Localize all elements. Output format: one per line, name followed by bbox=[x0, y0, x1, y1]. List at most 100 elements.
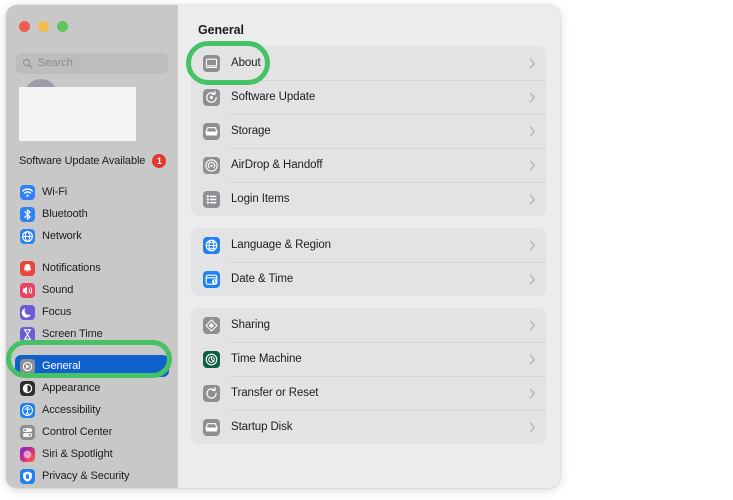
sidebar-item-label: Sound bbox=[42, 284, 74, 296]
sidebar-item-privacy-security[interactable]: Privacy & Security bbox=[15, 465, 169, 487]
sidebar-group-alerts: Notifications Sound Focus Screen Time bbox=[6, 257, 178, 345]
focus-icon bbox=[20, 304, 35, 320]
sidebar-item-screen-time[interactable]: Screen Time bbox=[15, 323, 169, 345]
chevron-right-icon bbox=[529, 422, 535, 432]
settings-row-label: Login Items bbox=[231, 193, 290, 205]
settings-row-airdrop-handoff[interactable]: AirDrop & Handoff bbox=[191, 148, 546, 182]
window-controls bbox=[19, 21, 68, 32]
sidebar-item-siri-spotlight[interactable]: Siri & Spotlight bbox=[15, 443, 169, 465]
chevron-right-icon bbox=[529, 92, 535, 102]
status-badge: 1 bbox=[152, 154, 167, 168]
time-machine-icon bbox=[203, 350, 220, 368]
settings-row-label: Transfer or Reset bbox=[231, 387, 319, 399]
privacy-icon bbox=[20, 468, 35, 484]
sidebar-item-label: Focus bbox=[42, 306, 72, 318]
software-update-label: Software Update Available bbox=[19, 155, 146, 167]
chevron-right-icon bbox=[529, 58, 535, 68]
accessibility-icon bbox=[20, 402, 35, 418]
chevron-right-icon bbox=[529, 274, 535, 284]
sidebar-item-bluetooth[interactable]: Bluetooth bbox=[15, 203, 169, 225]
appearance-icon bbox=[20, 380, 35, 396]
sidebar-item-label: Wi-Fi bbox=[42, 186, 68, 198]
settings-row-sharing[interactable]: Sharing bbox=[191, 308, 546, 342]
network-icon bbox=[20, 228, 35, 244]
sidebar-item-label: General bbox=[42, 360, 81, 372]
sidebar-group-system: General Appearance Accessibility Control… bbox=[6, 355, 178, 487]
settings-row-language-region[interactable]: Language & Region bbox=[191, 228, 546, 262]
chevron-right-icon bbox=[529, 160, 535, 170]
language-region-icon bbox=[203, 236, 220, 254]
sidebar-nav: Wi-Fi Bluetooth Network Notifications So… bbox=[6, 181, 178, 488]
sidebar-item-network[interactable]: Network bbox=[15, 225, 169, 247]
sidebar-group-network: Wi-Fi Bluetooth Network bbox=[6, 181, 178, 247]
airdrop-icon bbox=[203, 156, 220, 174]
settings-row-label: About bbox=[231, 57, 261, 69]
close-button[interactable] bbox=[19, 21, 30, 32]
sidebar-item-label: Siri & Spotlight bbox=[42, 448, 113, 460]
sidebar-item-notifications[interactable]: Notifications bbox=[15, 257, 169, 279]
settings-row-about[interactable]: About bbox=[191, 46, 546, 80]
sidebar-item-label: Control Center bbox=[42, 426, 113, 438]
settings-row-login-items[interactable]: Login Items bbox=[191, 182, 546, 216]
content-pane: General About Software Update Storage Ai… bbox=[178, 5, 560, 488]
settings-row-label: Language & Region bbox=[231, 239, 331, 251]
sidebar-item-sound[interactable]: Sound bbox=[15, 279, 169, 301]
startup-disk-icon bbox=[203, 418, 220, 436]
general-icon bbox=[20, 358, 35, 374]
transfer-reset-icon bbox=[203, 384, 220, 402]
settings-row-transfer-or-reset[interactable]: Transfer or Reset bbox=[191, 376, 546, 410]
redaction-overlay bbox=[19, 87, 136, 141]
sidebar-item-label: Network bbox=[42, 230, 82, 242]
chevron-right-icon bbox=[529, 126, 535, 136]
settings-group-system-tools: Sharing Time Machine Transfer or Reset S… bbox=[191, 308, 546, 444]
chevron-right-icon bbox=[529, 320, 535, 330]
sidebar-item-accessibility[interactable]: Accessibility bbox=[15, 399, 169, 421]
settings-row-label: Storage bbox=[231, 125, 271, 137]
settings-row-label: Software Update bbox=[231, 91, 316, 103]
about-icon bbox=[203, 54, 220, 72]
settings-groups: About Software Update Storage AirDrop & … bbox=[191, 46, 546, 456]
sidebar-item-label: Bluetooth bbox=[42, 208, 88, 220]
sidebar-item-label: Privacy & Security bbox=[42, 470, 130, 482]
zoom-button[interactable] bbox=[57, 21, 68, 32]
sidebar-item-general[interactable]: General bbox=[15, 355, 169, 377]
sidebar: Search Software Update Available 1 Wi-Fi… bbox=[6, 5, 178, 488]
sidebar-item-label: Appearance bbox=[42, 382, 101, 394]
date-time-icon bbox=[203, 270, 220, 288]
settings-group-device: About Software Update Storage AirDrop & … bbox=[191, 46, 546, 216]
settings-row-startup-disk[interactable]: Startup Disk bbox=[191, 410, 546, 444]
sidebar-item-control-center[interactable]: Control Center bbox=[15, 421, 169, 443]
sidebar-item-wifi[interactable]: Wi-Fi bbox=[15, 181, 169, 203]
settings-row-date-time[interactable]: Date & Time bbox=[191, 262, 546, 296]
search-icon bbox=[22, 58, 33, 69]
settings-row-time-machine[interactable]: Time Machine bbox=[191, 342, 546, 376]
sidebar-item-appearance[interactable]: Appearance bbox=[15, 377, 169, 399]
chevron-right-icon bbox=[529, 240, 535, 250]
control-center-icon bbox=[20, 424, 35, 440]
settings-row-software-update[interactable]: Software Update bbox=[191, 80, 546, 114]
settings-row-label: Date & Time bbox=[231, 273, 294, 285]
siri-icon bbox=[20, 446, 35, 462]
screen-time-icon bbox=[20, 326, 35, 342]
settings-row-label: Time Machine bbox=[231, 353, 302, 365]
system-settings-window: Search Software Update Available 1 Wi-Fi… bbox=[6, 5, 560, 488]
storage-icon bbox=[203, 122, 220, 140]
settings-row-label: Startup Disk bbox=[231, 421, 293, 433]
settings-row-label: Sharing bbox=[231, 319, 270, 331]
minimize-button[interactable] bbox=[38, 21, 49, 32]
wifi-icon bbox=[20, 184, 35, 200]
software-update-available[interactable]: Software Update Available 1 bbox=[19, 154, 171, 168]
screenshot-root: Search Software Update Available 1 Wi-Fi… bbox=[0, 0, 733, 500]
login-items-icon bbox=[203, 190, 220, 208]
sidebar-item-label: Screen Time bbox=[42, 328, 103, 340]
search-placeholder: Search bbox=[38, 57, 73, 69]
chevron-right-icon bbox=[529, 354, 535, 364]
search-input[interactable]: Search bbox=[16, 53, 168, 74]
software-update-icon bbox=[203, 88, 220, 106]
settings-group-locale: Language & Region Date & Time bbox=[191, 228, 546, 296]
settings-row-storage[interactable]: Storage bbox=[191, 114, 546, 148]
sound-icon bbox=[20, 282, 35, 298]
sidebar-item-focus[interactable]: Focus bbox=[15, 301, 169, 323]
chevron-right-icon bbox=[529, 194, 535, 204]
settings-row-label: AirDrop & Handoff bbox=[231, 159, 323, 171]
